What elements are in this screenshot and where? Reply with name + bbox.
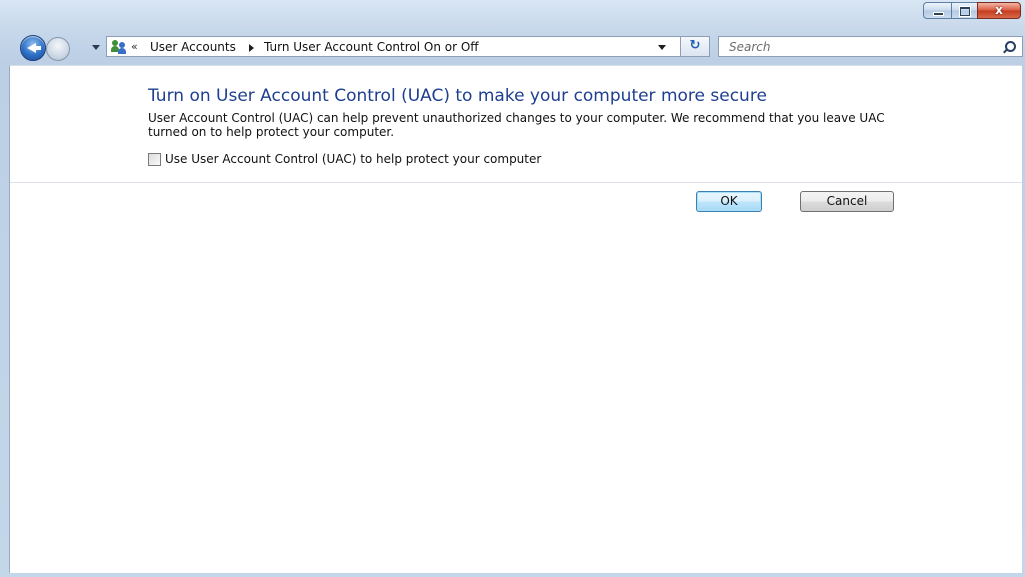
explorer-window: x « User Accounts Turn User Account Cont…: [0, 0, 1025, 577]
divider: [10, 182, 1022, 183]
window-controls: x: [923, 2, 1021, 19]
maximize-button[interactable]: [951, 2, 977, 19]
recent-pages-dropdown-icon[interactable]: [92, 45, 100, 50]
refresh-icon: ↻: [689, 38, 701, 53]
address-dropdown-icon[interactable]: [658, 45, 666, 50]
cancel-button[interactable]: Cancel: [800, 191, 894, 212]
breadcrumb-current-page[interactable]: Turn User Account Control On or Off: [264, 39, 479, 55]
user-accounts-icon: [111, 39, 127, 54]
close-icon: x: [995, 3, 1003, 17]
search-input[interactable]: Search: [718, 36, 1023, 57]
ok-button[interactable]: OK: [696, 191, 762, 212]
page-title: Turn on User Account Control (UAC) to ma…: [148, 86, 767, 106]
page-description: User Account Control (UAC) can help prev…: [148, 111, 885, 139]
refresh-button[interactable]: ↻: [680, 36, 710, 57]
forward-button[interactable]: [46, 37, 70, 61]
breadcrumb-separator-icon[interactable]: [249, 44, 254, 52]
back-button[interactable]: [20, 35, 46, 61]
search-placeholder: Search: [729, 40, 771, 54]
close-button[interactable]: x: [977, 2, 1021, 19]
content-pane: Turn on User Account Control (UAC) to ma…: [9, 65, 1022, 573]
breadcrumb-user-accounts[interactable]: User Accounts: [150, 39, 236, 55]
minimize-button[interactable]: [923, 2, 951, 19]
search-icon[interactable]: [1002, 40, 1016, 54]
uac-checkbox[interactable]: [148, 153, 161, 166]
address-bar[interactable]: « User Accounts Turn User Account Contro…: [106, 36, 685, 57]
breadcrumb-overflow-icon[interactable]: «: [131, 39, 138, 55]
uac-checkbox-label[interactable]: Use User Account Control (UAC) to help p…: [165, 152, 541, 167]
